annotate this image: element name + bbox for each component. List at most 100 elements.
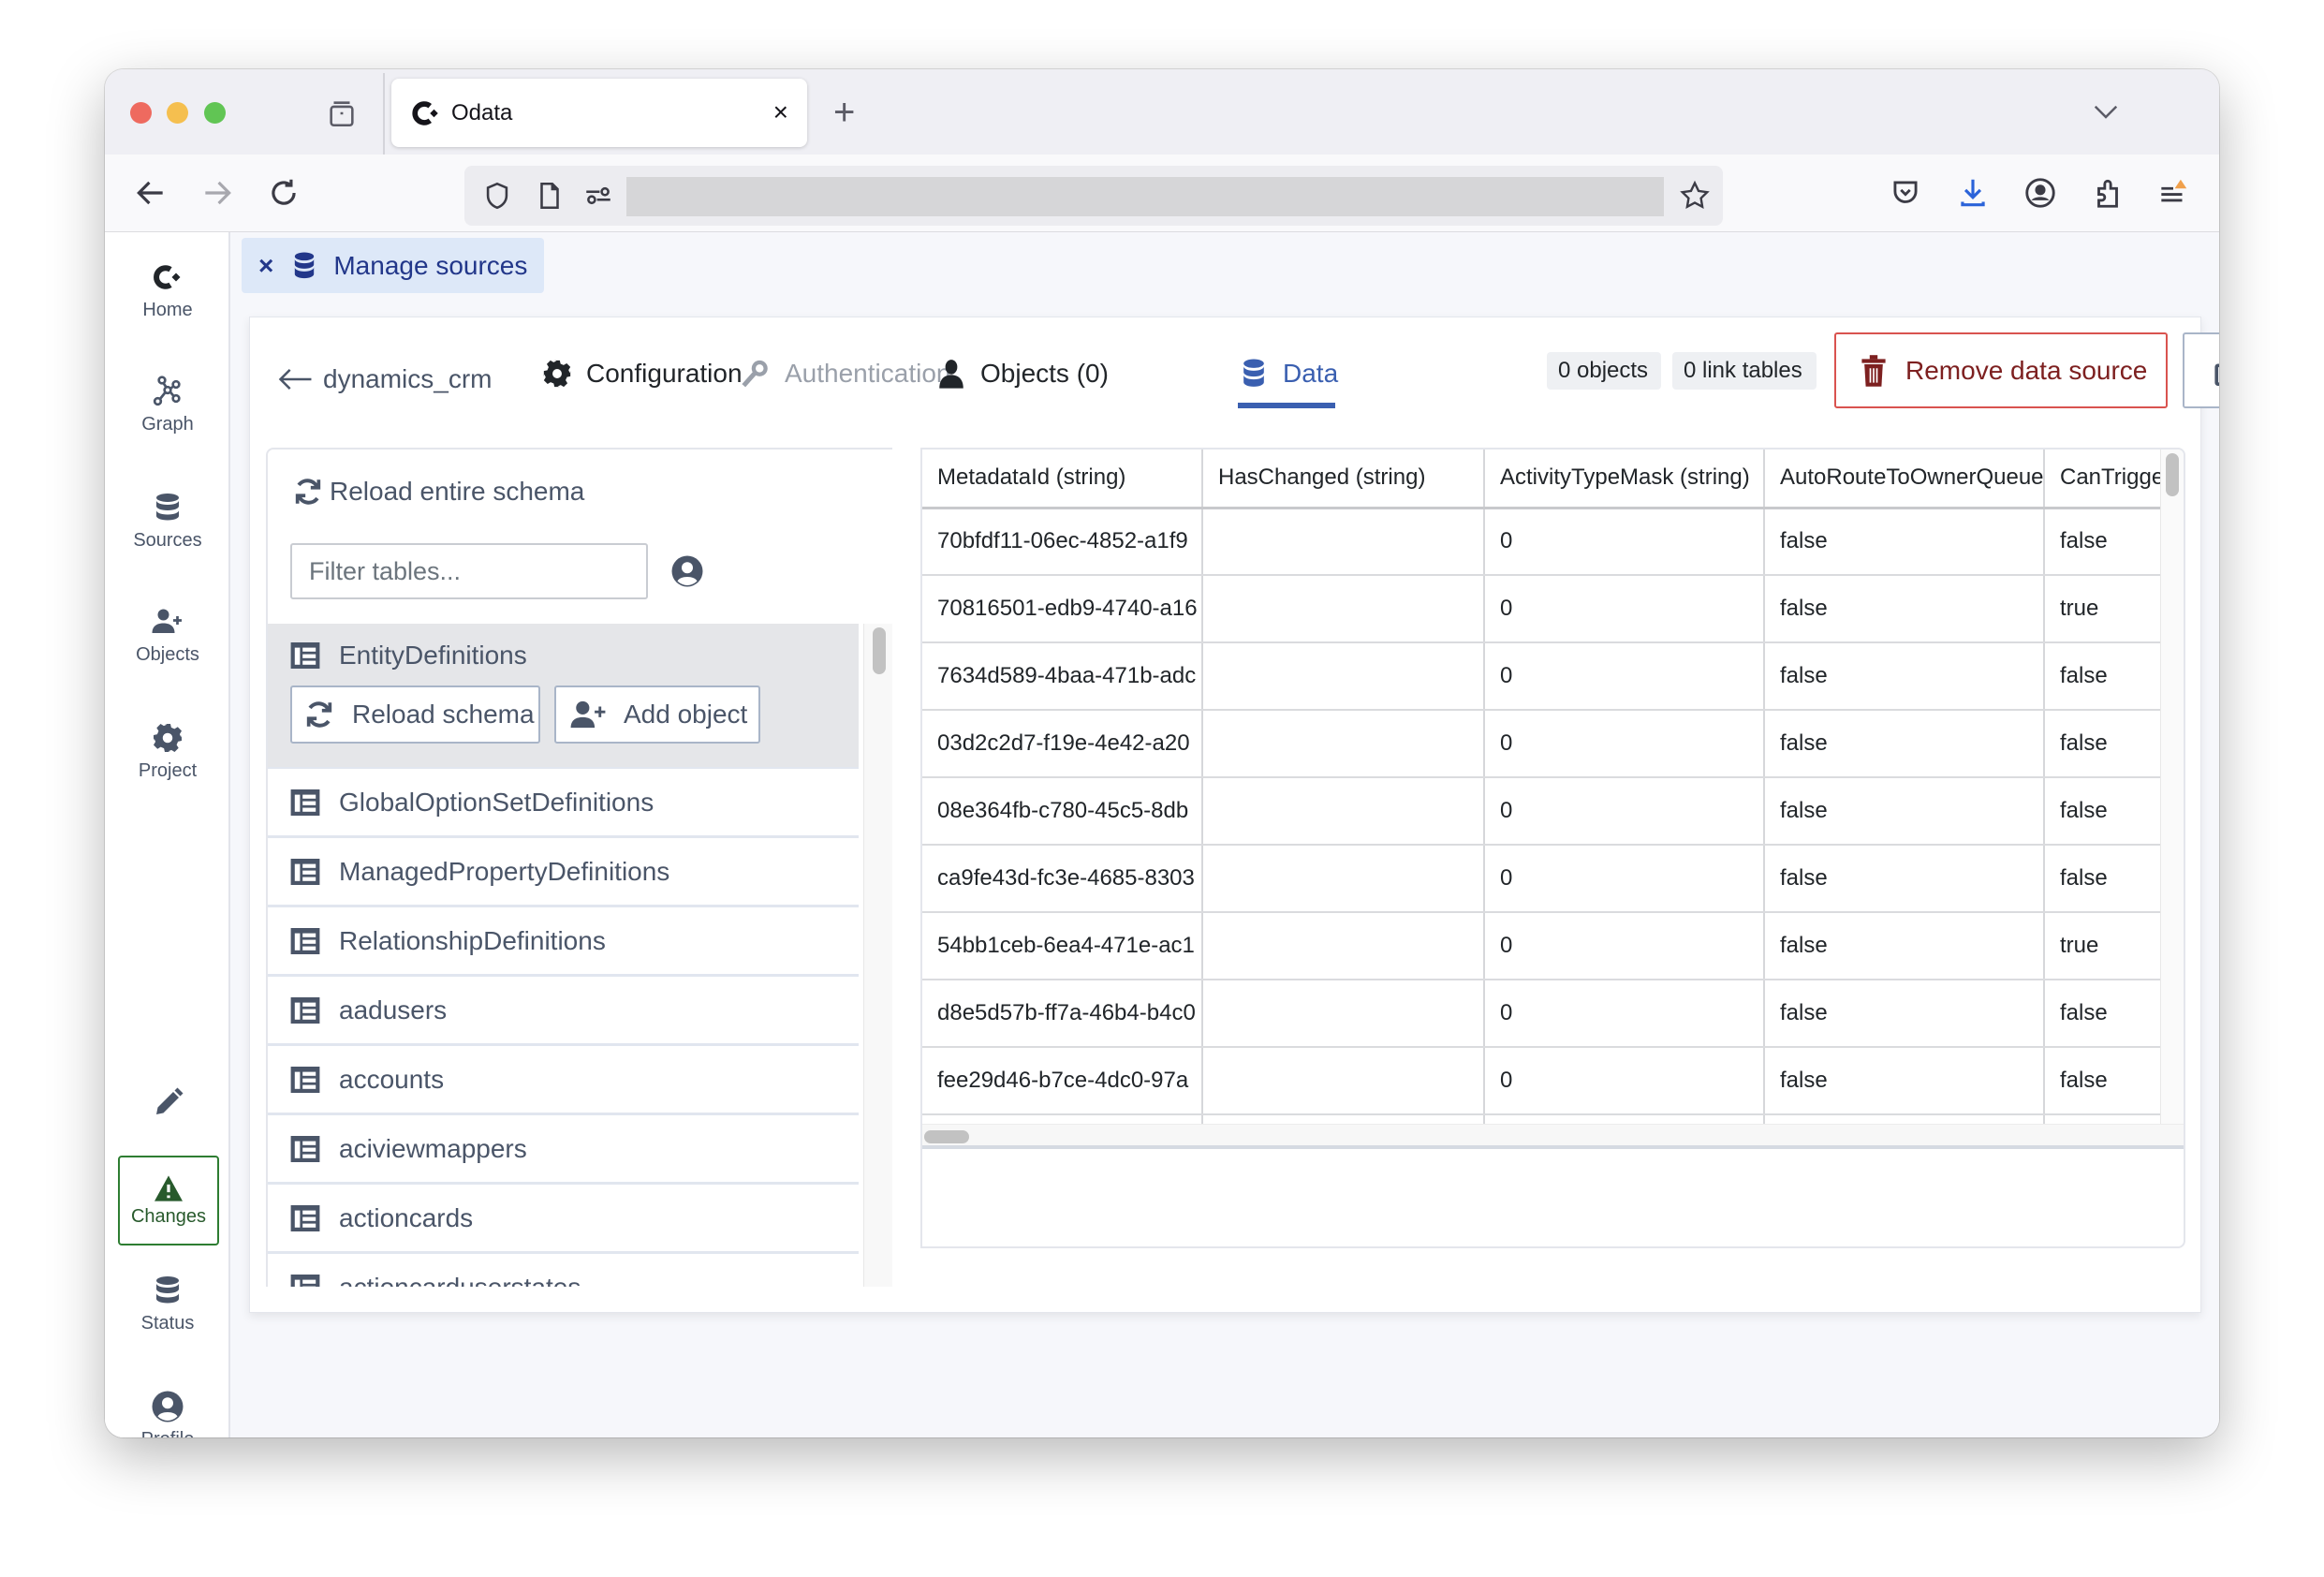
table-cell[interactable]: false [1764,642,2045,711]
tab-close-icon[interactable]: × [773,97,788,127]
table-cell[interactable]: 0 [1484,1047,1765,1115]
table-cell[interactable]: true [2044,912,2160,980]
table-cell[interactable]: true [2044,575,2160,643]
table-cell[interactable]: false [1764,777,2045,846]
url-field[interactable] [626,177,1664,216]
url-bar[interactable] [464,166,1723,226]
list-item[interactable]: actioncarduserstates [268,1254,859,1287]
table-cell[interactable]: false [2044,710,2160,778]
new-tab-button[interactable]: + [833,94,855,131]
filter-tables-input[interactable] [290,543,648,599]
tab-objects[interactable]: Objects (0) [935,353,1109,394]
list-item[interactable]: accounts [268,1046,859,1115]
table-cell[interactable] [1202,980,1485,1048]
pocket-icon[interactable] [1888,175,1923,211]
table-cell[interactable] [1484,1114,1765,1124]
tab-configuration[interactable]: Configuration [541,353,743,394]
column-header[interactable]: MetadataId (string) [922,450,1203,509]
data-grid-vertical-scrollbar[interactable] [2160,450,2184,1124]
list-item[interactable]: GlobalOptionSetDefinitions [268,769,859,838]
permissions-icon[interactable] [582,180,614,212]
sidebar-item-graph[interactable]: Graph [105,375,230,435]
list-item-selected[interactable]: EntityDefinitions Reload schema Add obje… [268,624,859,769]
table-cell[interactable]: false [1764,710,2045,778]
table-row[interactable]: 03d2c2d7-f19e-4e42-a20 0 false false [922,710,2160,778]
table-cell[interactable]: fee29d46-b7ce-4dc0-97a [922,1047,1203,1115]
table-cell[interactable] [1202,575,1485,643]
table-row[interactable]: 7634d589-4baa-471b-adc 0 false false [922,642,2160,711]
table-cell[interactable]: 08e364fb-c780-45c5-8db [922,777,1203,846]
table-row[interactable] [922,1114,2160,1124]
table-cell[interactable]: 54bb1ceb-6ea4-471e-ac1 [922,912,1203,980]
minimize-window-button[interactable] [167,102,188,124]
shield-icon[interactable] [481,180,513,212]
tables-list-scrollbar[interactable] [863,624,892,1287]
table-cell[interactable]: 0 [1484,575,1765,643]
table-cell[interactable]: false [2044,845,2160,913]
table-cell[interactable]: ca9fe43d-fc3e-4685-8303 [922,845,1203,913]
close-window-button[interactable] [130,102,152,124]
sidebar-item-changes[interactable]: Changes [118,1156,219,1245]
remove-data-source-button[interactable]: Remove data source [1834,332,2168,408]
forward-arrow-icon[interactable] [199,175,235,211]
table-row[interactable]: 70816501-edb9-4740-a16 0 false true [922,575,2160,643]
table-cell[interactable] [2044,1114,2160,1124]
edit-button[interactable] [105,1086,230,1120]
menu-icon[interactable] [2155,175,2191,211]
list-item[interactable]: RelationshipDefinitions [268,907,859,977]
table-cell[interactable] [1202,508,1485,576]
table-row[interactable]: 08e364fb-c780-45c5-8db 0 false false [922,777,2160,846]
reload-entire-schema-button[interactable]: Reload entire schema [292,476,584,508]
table-cell[interactable]: 0 [1484,980,1765,1048]
table-cell[interactable] [922,1114,1203,1124]
table-row[interactable]: fee29d46-b7ce-4dc0-97a 0 false false [922,1047,2160,1115]
table-cell[interactable] [1202,1047,1485,1115]
reload-icon[interactable] [266,175,302,211]
user-circle-icon[interactable] [670,554,704,588]
table-cell[interactable]: false [1764,980,2045,1048]
table-row[interactable]: 54bb1ceb-6ea4-471e-ac1 0 false true [922,912,2160,980]
table-cell[interactable]: 03d2c2d7-f19e-4e42-a20 [922,710,1203,778]
column-header[interactable]: ActivityTypeMask (string) [1484,450,1765,509]
table-cell[interactable]: false [1764,508,2045,576]
tab-authentication[interactable]: Authentication [740,353,950,394]
column-header[interactable]: CanTrigge [2044,450,2160,509]
column-header[interactable]: HasChanged (string) [1202,450,1485,509]
table-cell[interactable] [1202,710,1485,778]
browser-tab[interactable]: Odata × [391,79,807,147]
list-item[interactable]: ManagedPropertyDefinitions [268,838,859,907]
sidebar-item-home[interactable]: Home [105,260,230,321]
list-item[interactable]: actioncards [268,1185,859,1254]
bookmark-star-icon[interactable] [1678,179,1712,213]
table-cell[interactable]: d8e5d57b-ff7a-46b4-b4c0 [922,980,1203,1048]
table-cell[interactable]: false [1764,912,2045,980]
account-icon[interactable] [2022,175,2058,211]
table-cell[interactable]: 0 [1484,845,1765,913]
table-row[interactable]: ca9fe43d-fc3e-4685-8303 0 false false [922,845,2160,913]
sidebar-item-project[interactable]: Project [105,721,230,782]
table-cell[interactable] [1202,845,1485,913]
sidebar-item-profile[interactable]: Profile [105,1390,230,1437]
table-cell[interactable]: 70bfdf11-06ec-4852-a1f9 [922,508,1203,576]
sidebar-item-objects[interactable]: Objects [105,605,230,666]
manage-sources-chip[interactable]: × Manage sources [242,238,544,293]
table-cell[interactable]: false [1764,845,2045,913]
table-cell[interactable] [1202,1114,1485,1124]
download-icon[interactable] [1955,175,1991,211]
data-grid-horizontal-scrollbar[interactable] [922,1124,2184,1149]
table-cell[interactable] [1202,642,1485,711]
back-link[interactable]: dynamics_crm [278,364,492,394]
scrollbar-thumb[interactable] [2166,453,2179,496]
table-cell[interactable]: 70816501-edb9-4740-a16 [922,575,1203,643]
table-cell[interactable]: 7634d589-4baa-471b-adc [922,642,1203,711]
table-cell[interactable]: false [2044,1047,2160,1115]
page-icon[interactable] [534,180,566,212]
chevron-down-icon[interactable] [2092,101,2120,124]
table-cell[interactable]: 0 [1484,642,1765,711]
scrollbar-thumb[interactable] [873,627,886,674]
reload-schema-button[interactable]: Reload schema [290,685,540,744]
table-cell[interactable] [1202,912,1485,980]
sidebar-item-status[interactable]: Status [105,1274,230,1334]
table-cell[interactable] [1202,777,1485,846]
table-cell[interactable]: false [1764,1047,2045,1115]
